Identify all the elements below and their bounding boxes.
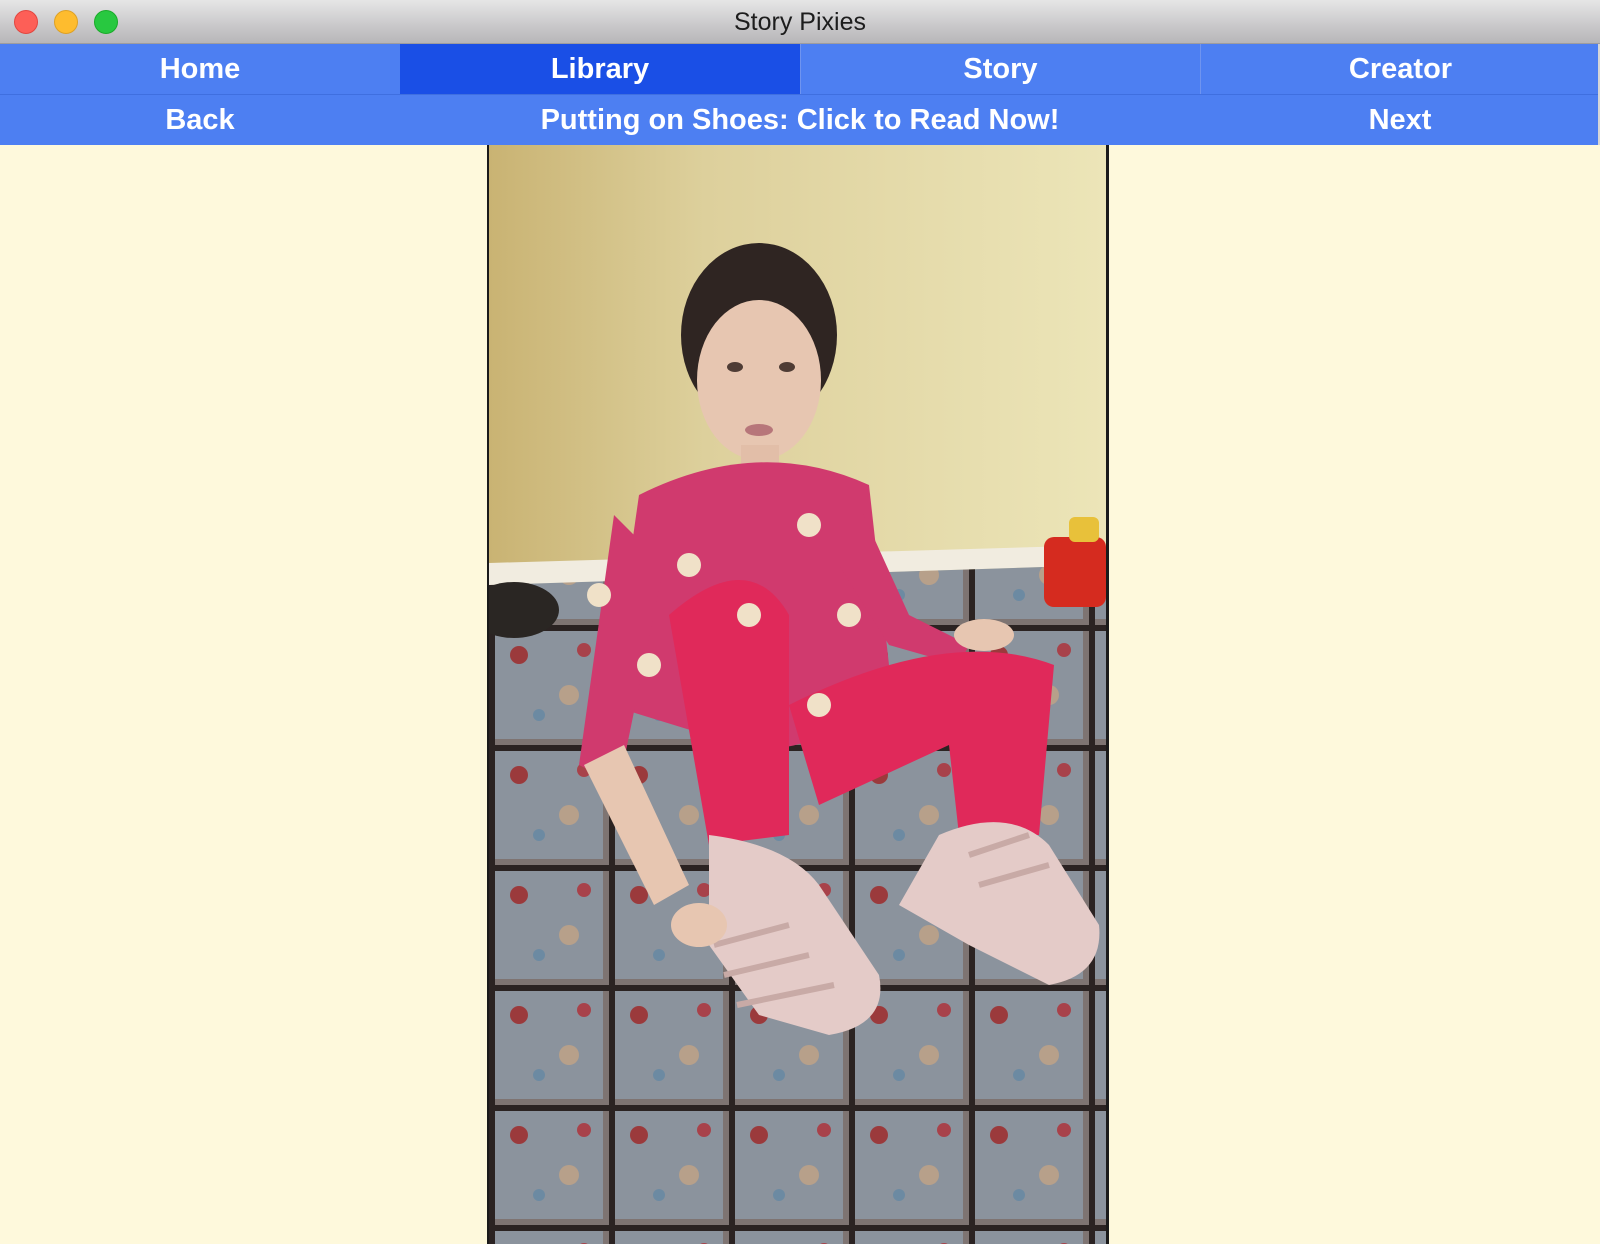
next-button[interactable]: Next	[1200, 95, 1600, 145]
main-nav: Home Library Story Creator	[0, 44, 1600, 94]
window-title: Story Pixies	[734, 8, 866, 36]
app-window: Story Pixies Home Library Story Creator …	[0, 0, 1600, 1244]
back-button[interactable]: Back	[0, 95, 400, 145]
nav-library[interactable]: Library	[400, 44, 800, 94]
story-pager: Back Putting on Shoes: Click to Read Now…	[0, 94, 1600, 145]
story-photo[interactable]	[487, 145, 1109, 1244]
nav-creator[interactable]: Creator	[1200, 44, 1600, 94]
story-title-link[interactable]: Putting on Shoes: Click to Read Now!	[400, 95, 1200, 145]
nav-story[interactable]: Story	[800, 44, 1200, 94]
story-photo-image	[489, 145, 1106, 1244]
title-bar: Story Pixies	[0, 0, 1600, 44]
nav-home[interactable]: Home	[0, 44, 400, 94]
story-page-content	[0, 145, 1600, 1244]
